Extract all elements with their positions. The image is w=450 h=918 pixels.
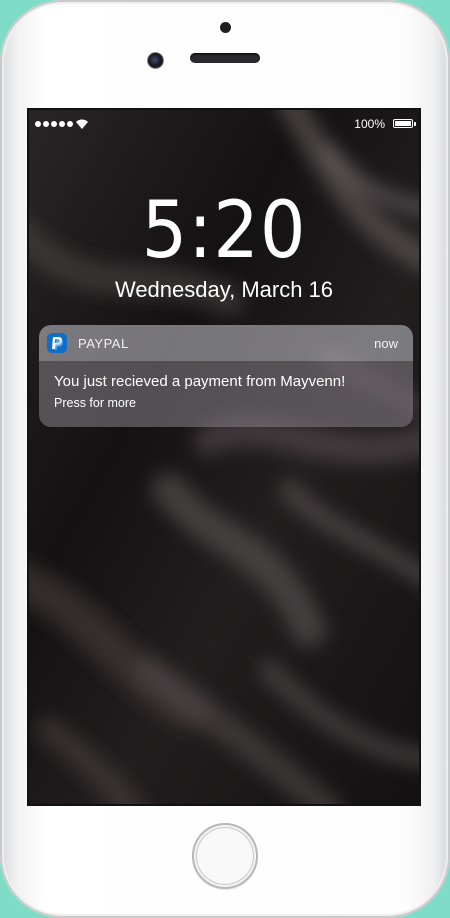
battery-percentage: 100%	[354, 117, 385, 131]
battery-icon	[393, 119, 413, 128]
paypal-icon	[47, 333, 67, 353]
wifi-icon	[76, 119, 88, 129]
front-camera-icon	[147, 52, 164, 69]
page-background: 100% 5:20 Wednesday, March 16 PAYPAL now…	[0, 0, 450, 918]
notification-time: now	[374, 336, 398, 351]
lock-screen: 100% 5:20 Wednesday, March 16 PAYPAL now…	[27, 108, 421, 806]
paypal-notification[interactable]: PAYPAL now You just recieved a payment f…	[39, 325, 413, 427]
volume-up-button[interactable]	[0, 198, 2, 248]
lock-screen-date: Wednesday, March 16	[114, 277, 334, 302]
notification-message: You just recieved a payment from Mayvenn…	[54, 373, 346, 390]
phone-frame: 100% 5:20 Wednesday, March 16 PAYPAL now…	[0, 0, 450, 918]
mute-switch[interactable]	[0, 142, 2, 170]
lock-screen-time: 5:20	[141, 186, 307, 276]
notification-header: PAYPAL now	[39, 325, 413, 361]
status-bar: 100%	[29, 110, 419, 138]
signal-strength-icon	[35, 121, 73, 127]
battery-tip	[414, 122, 416, 126]
notification-hint: Press for more	[54, 396, 136, 410]
earpiece-speaker	[190, 53, 260, 63]
notification-app-name: PAYPAL	[78, 336, 129, 351]
notification-body: You just recieved a payment from Mayvenn…	[39, 361, 413, 427]
battery-fill	[395, 121, 411, 126]
volume-down-button[interactable]	[0, 262, 2, 312]
proximity-sensor	[220, 22, 231, 33]
home-button[interactable]	[192, 823, 258, 889]
